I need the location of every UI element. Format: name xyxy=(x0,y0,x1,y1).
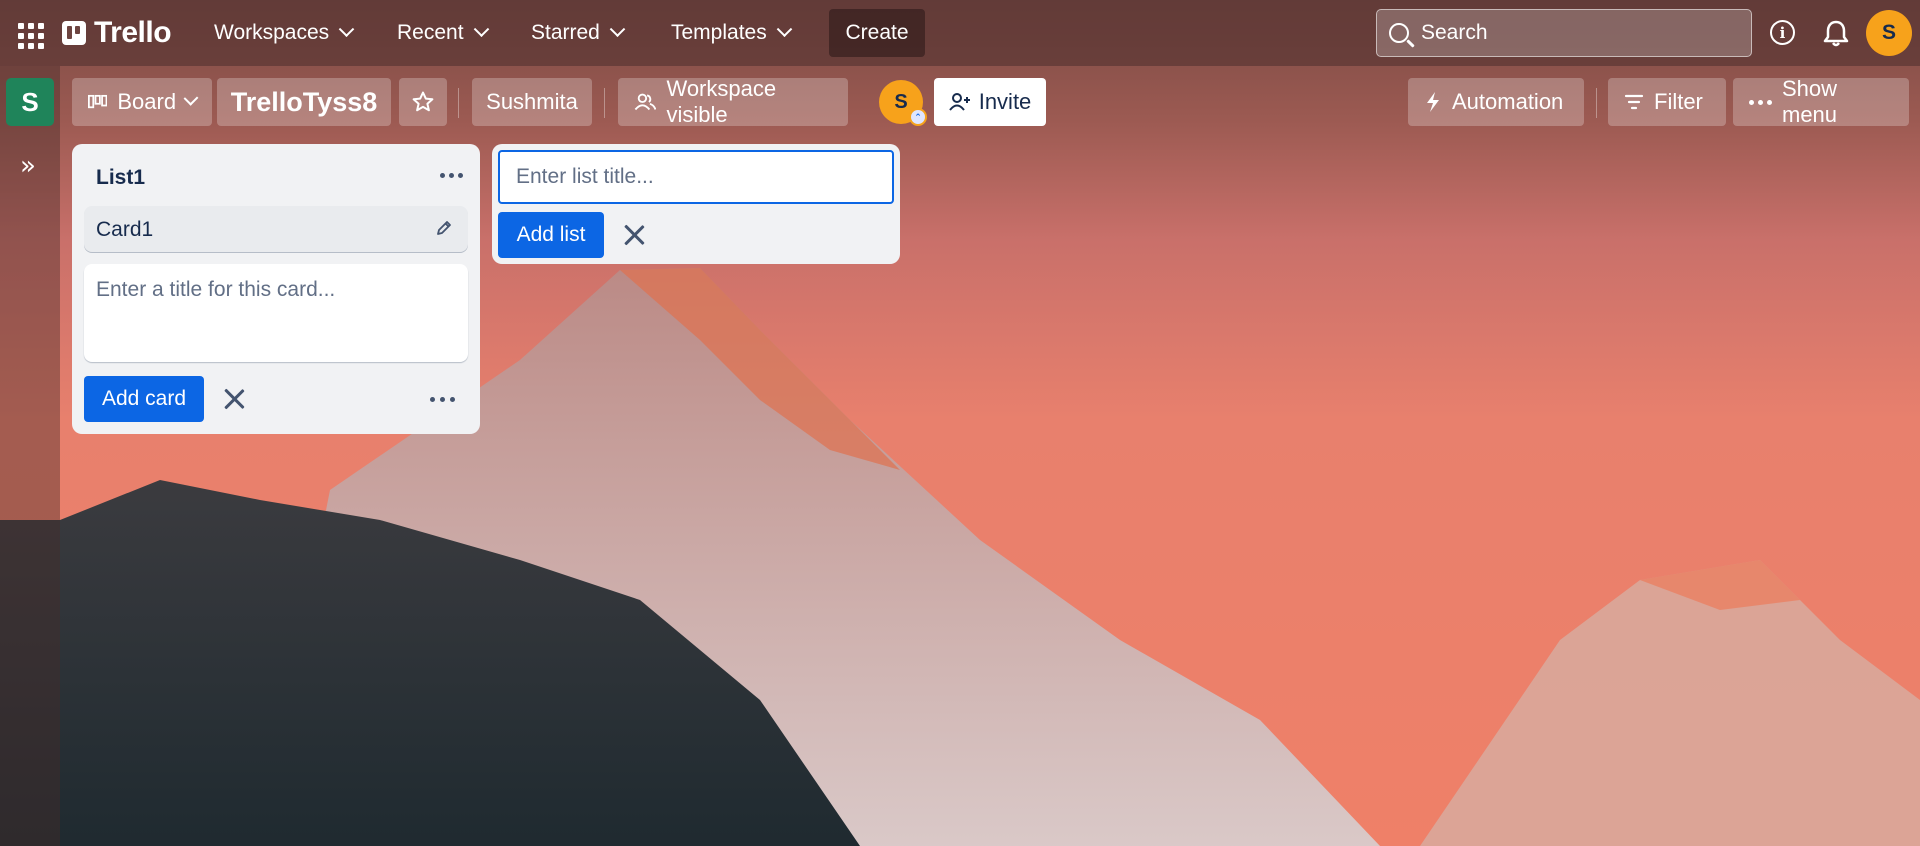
chevron-down-icon xyxy=(609,20,626,37)
starred-menu-label: Starred xyxy=(531,21,600,44)
info-icon[interactable]: i xyxy=(1770,20,1795,45)
chevron-down-icon xyxy=(338,20,355,37)
divider xyxy=(458,88,459,118)
show-menu-label: Show menu xyxy=(1782,76,1838,127)
logo-text: Trello xyxy=(94,16,172,49)
star-board-button[interactable] xyxy=(399,78,447,126)
close-icon[interactable] xyxy=(217,382,251,416)
filter-button[interactable]: Filter xyxy=(1608,78,1726,126)
templates-menu-label: Templates xyxy=(671,21,767,44)
workspaces-menu-label: Workspaces xyxy=(214,21,330,44)
edit-pencil-icon[interactable] xyxy=(434,218,454,238)
member-avatar[interactable]: S ⌃ xyxy=(879,80,927,126)
invite-label: Invite xyxy=(978,89,1032,114)
add-card-button[interactable]: Add card xyxy=(84,376,204,422)
list-column: List1 Card1 Add card xyxy=(72,144,480,434)
board-title[interactable]: TrelloTyss8 xyxy=(217,78,391,126)
app-switcher-icon[interactable] xyxy=(14,19,44,49)
expand-sidebar-icon[interactable]: » xyxy=(20,151,36,181)
invite-button[interactable]: Invite xyxy=(934,78,1046,126)
workspace-sidebar: S » xyxy=(0,66,60,846)
notifications-bell-icon[interactable] xyxy=(1822,18,1850,48)
lightning-icon xyxy=(1427,92,1439,112)
add-list-button[interactable]: Add list xyxy=(498,212,604,258)
add-list-composer: Add list xyxy=(492,144,900,264)
filter-label: Filter xyxy=(1654,89,1703,114)
recent-menu[interactable]: Recent xyxy=(387,12,497,54)
filter-icon xyxy=(1624,94,1644,110)
show-menu-button[interactable]: Show menu xyxy=(1733,76,1909,127)
chevron-down-icon xyxy=(473,20,489,37)
visibility-label: Workspace visible xyxy=(666,76,777,127)
divider xyxy=(604,88,605,118)
chevron-down-icon xyxy=(776,20,792,37)
account-avatar[interactable]: S xyxy=(1866,10,1912,56)
ellipsis-icon xyxy=(1749,99,1772,105)
workspace-tile[interactable]: S xyxy=(6,78,54,126)
trello-logo-icon xyxy=(62,21,86,45)
admin-badge-icon: ⌃ xyxy=(909,108,927,126)
member-initial: S xyxy=(894,90,908,113)
automation-label: Automation xyxy=(1452,89,1564,114)
chevron-down-icon xyxy=(183,90,199,106)
search-icon xyxy=(1389,23,1409,43)
board-header: Board TrelloTyss8 Sushmita Workspace vis… xyxy=(60,66,1920,140)
board-view-switcher[interactable]: Board xyxy=(72,78,212,126)
close-icon[interactable] xyxy=(617,218,651,252)
card-title: Card1 xyxy=(96,218,154,241)
card[interactable]: Card1 xyxy=(84,206,468,252)
list-actions-icon[interactable] xyxy=(434,158,468,192)
create-button[interactable]: Create xyxy=(829,9,925,57)
top-navigation: Trello Workspaces Recent Starred Templat… xyxy=(0,0,1920,66)
composer-options-icon[interactable] xyxy=(422,382,462,416)
workspace-name-button[interactable]: Sushmita xyxy=(472,78,592,126)
list-title-input[interactable] xyxy=(498,150,894,204)
trello-logo[interactable]: Trello xyxy=(62,14,172,52)
card-title-composer[interactable] xyxy=(84,264,468,362)
search-placeholder: Search xyxy=(1421,21,1488,44)
star-icon xyxy=(412,91,434,112)
card-title-input[interactable] xyxy=(84,264,468,362)
starred-menu[interactable]: Starred xyxy=(521,12,633,54)
search-input[interactable]: Search xyxy=(1376,9,1752,57)
divider xyxy=(1596,88,1597,118)
add-person-icon xyxy=(948,93,970,111)
board-view-icon xyxy=(88,94,108,109)
automation-button[interactable]: Automation xyxy=(1408,78,1584,126)
workspaces-menu[interactable]: Workspaces xyxy=(204,12,362,54)
list-title[interactable]: List1 xyxy=(96,166,145,190)
templates-menu[interactable]: Templates xyxy=(661,12,800,54)
visibility-button[interactable]: Workspace visible xyxy=(618,76,848,127)
recent-menu-label: Recent xyxy=(397,21,464,44)
people-icon xyxy=(634,93,657,111)
board-view-label: Board xyxy=(117,89,177,114)
